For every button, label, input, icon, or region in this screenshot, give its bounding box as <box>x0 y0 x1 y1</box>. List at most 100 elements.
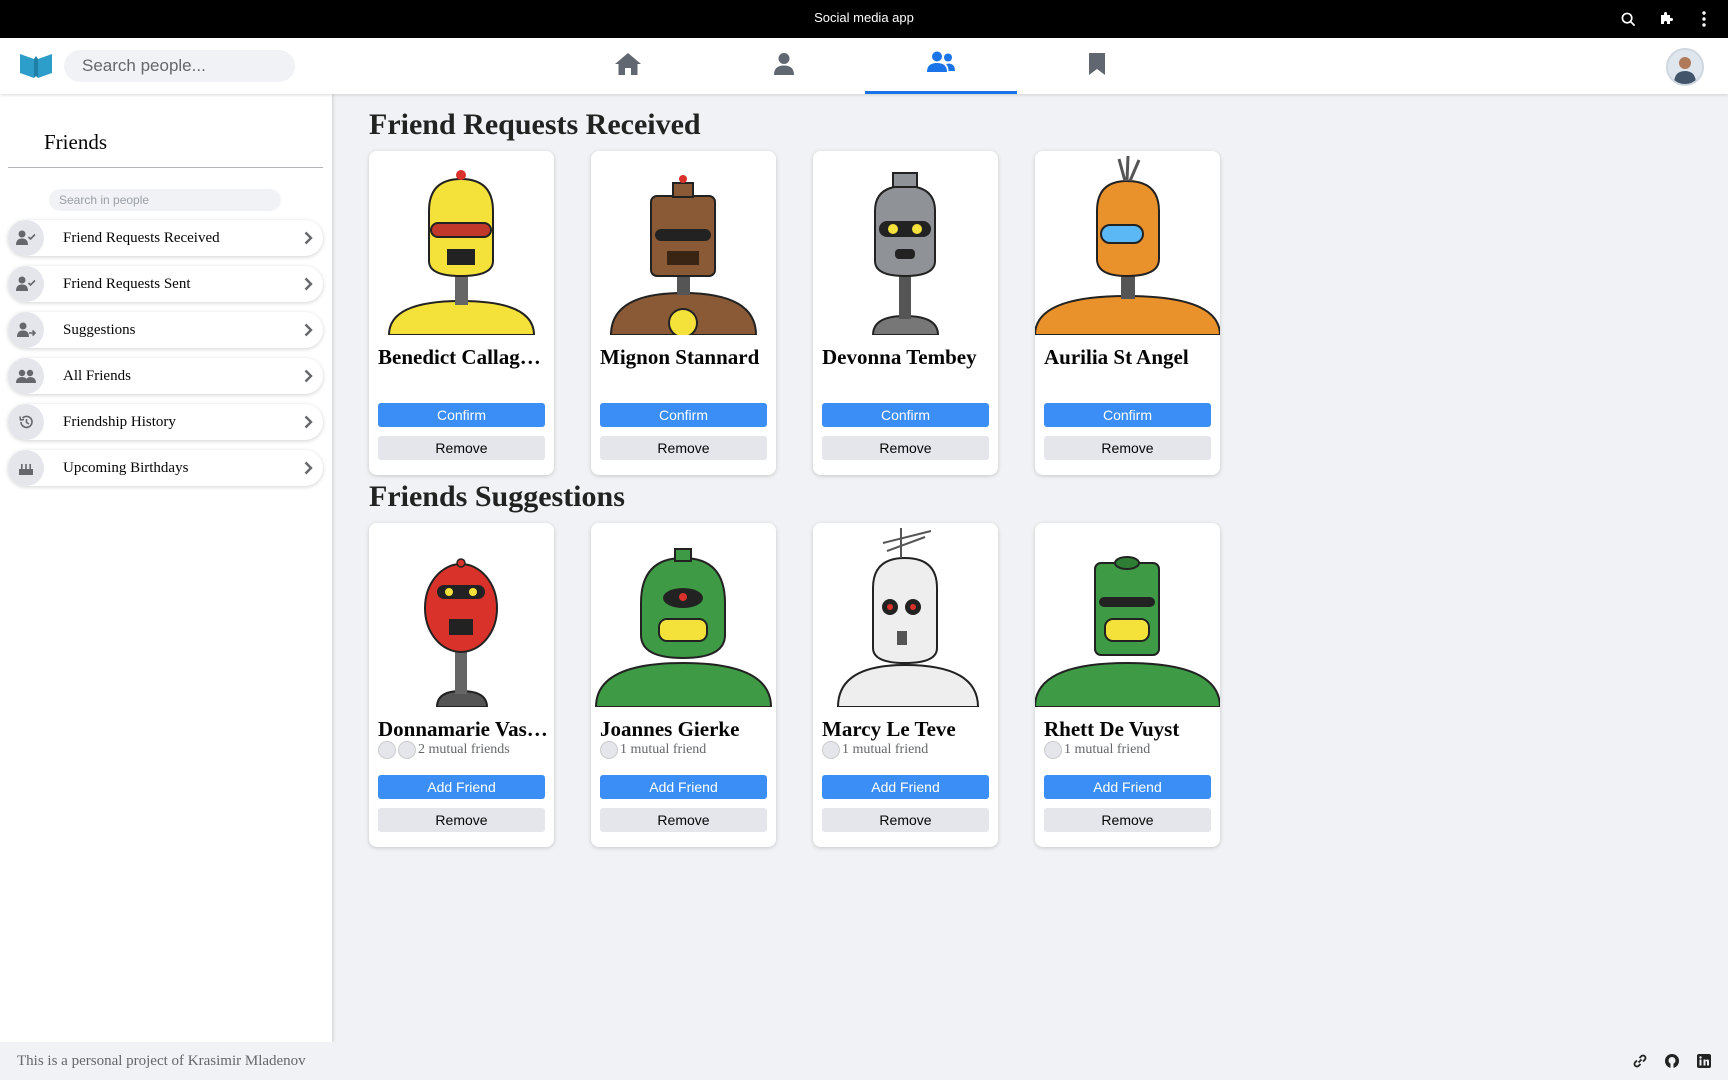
suggestion-card: Donnamarie Vasilchenko 2 mutual friends … <box>369 523 554 847</box>
robot-avatar <box>591 151 776 338</box>
friend-name: Donnamarie Vasilchenko <box>378 717 548 741</box>
sidebar-item-friend-requests-received[interactable]: Friend Requests Received <box>8 220 323 256</box>
remove-button[interactable]: Remove <box>822 808 989 832</box>
suggestion-card: Joannes Gierke 1 mutual friend Add Frien… <box>591 523 776 847</box>
friend-request-card: Mignon Stannard Confirm Remove <box>591 151 776 475</box>
window-title: Social media app <box>814 10 914 25</box>
mutual-friends-count: 2 mutual friends <box>418 742 510 757</box>
confirm-button[interactable]: Confirm <box>600 403 767 427</box>
robot-avatar <box>1035 523 1220 708</box>
sidebar-title: Friends <box>44 130 107 154</box>
remove-button[interactable]: Remove <box>1044 808 1211 832</box>
linkedin-icon[interactable] <box>1696 1053 1712 1074</box>
users-icon <box>926 51 956 78</box>
chevron-right-icon <box>293 231 323 245</box>
mutual-friends: 1 mutual friend <box>1044 741 1150 759</box>
remove-button[interactable]: Remove <box>822 436 989 460</box>
sidebar-item-all-friends[interactable]: All Friends <box>8 358 323 394</box>
sidebar-divider <box>8 167 323 168</box>
bookmark-icon <box>1088 52 1106 81</box>
remove-button[interactable]: Remove <box>1044 436 1211 460</box>
suggestion-card: Rhett De Vuyst 1 mutual friend Add Frien… <box>1035 523 1220 847</box>
sidebar-item-label: Friendship History <box>63 413 176 430</box>
current-user-avatar[interactable] <box>1666 48 1704 86</box>
search-in-people-input[interactable] <box>49 189 281 211</box>
sidebar-item-friendship-history[interactable]: Friendship History <box>8 404 323 440</box>
mutual-friends: 1 mutual friend <box>822 741 928 759</box>
sidebar-item-label: Suggestions <box>63 321 136 338</box>
remove-button[interactable]: Remove <box>378 808 545 832</box>
chevron-right-icon <box>293 323 323 337</box>
user-plus-icon <box>8 312 44 348</box>
mutual-friend-avatar <box>600 741 618 759</box>
mutual-friends-count: 1 mutual friend <box>1064 742 1151 757</box>
tab-home[interactable] <box>552 38 704 94</box>
page-footer: This is a personal project of Krasimir M… <box>0 1042 1728 1080</box>
users-icon <box>8 358 44 394</box>
sidebar-item-label: Friend Requests Received <box>63 229 220 246</box>
footer-text: This is a personal project of Krasimir M… <box>17 1053 306 1069</box>
chevron-right-icon <box>293 461 323 475</box>
mutual-friends: 2 mutual friends <box>378 741 510 759</box>
sidebar-item-friend-requests-sent[interactable]: Friend Requests Sent <box>8 266 323 302</box>
add-friend-button[interactable]: Add Friend <box>378 775 545 799</box>
robot-avatar <box>369 151 554 336</box>
user-check-icon <box>8 266 44 302</box>
sidebar-item-label: Friend Requests Sent <box>63 275 191 292</box>
friend-name: Aurilia St Angel <box>1044 345 1189 369</box>
sidebar-item-suggestions[interactable]: Suggestions <box>8 312 323 348</box>
mutual-friend-avatar <box>378 741 396 759</box>
suggestion-card: Marcy Le Teve 1 mutual friend Add Friend… <box>813 523 998 847</box>
friends-suggestions-heading: Friends Suggestions <box>369 480 625 513</box>
friend-requests-heading: Friend Requests Received <box>369 108 701 141</box>
history-icon <box>8 404 44 440</box>
mutual-friend-avatar <box>1044 741 1062 759</box>
mutual-friend-avatar <box>398 741 416 759</box>
mutual-friends-count: 1 mutual friend <box>842 742 929 757</box>
add-friend-button[interactable]: Add Friend <box>600 775 767 799</box>
add-friend-button[interactable]: Add Friend <box>1044 775 1211 799</box>
link-icon[interactable] <box>1632 1053 1648 1074</box>
sidebar-item-label: Upcoming Birthdays <box>63 459 189 476</box>
friend-name: Joannes Gierke <box>600 717 740 741</box>
confirm-button[interactable]: Confirm <box>1044 403 1211 427</box>
chevron-right-icon <box>293 277 323 291</box>
friend-name: Rhett De Vuyst <box>1044 717 1180 741</box>
mutual-friend-avatar <box>822 741 840 759</box>
friend-name: Marcy Le Teve <box>822 717 956 741</box>
sidebar-item-label: All Friends <box>63 367 131 384</box>
home-icon <box>614 51 642 82</box>
window-titlebar: Social media app <box>0 0 1728 38</box>
search-people-input[interactable] <box>64 50 295 82</box>
friends-sidebar: Friends Friend Requests Received Friend … <box>0 94 332 1042</box>
tab-friends[interactable] <box>865 38 1017 94</box>
friend-name: Benedict Callaghan <box>378 345 548 369</box>
tab-saved[interactable] <box>1021 38 1173 94</box>
chevron-right-icon <box>293 369 323 383</box>
remove-button[interactable]: Remove <box>378 436 545 460</box>
mutual-friends-count: 1 mutual friend <box>620 742 707 757</box>
add-friend-button[interactable]: Add Friend <box>822 775 989 799</box>
friend-name: Devonna Tembey <box>822 345 977 369</box>
chevron-right-icon <box>293 415 323 429</box>
friend-request-card: Aurilia St Angel Confirm Remove <box>1035 151 1220 475</box>
user-icon <box>773 52 795 81</box>
confirm-button[interactable]: Confirm <box>822 403 989 427</box>
cake-icon <box>8 450 44 486</box>
more-menu-icon[interactable] <box>1694 9 1714 29</box>
confirm-button[interactable]: Confirm <box>378 403 545 427</box>
friend-request-card: Devonna Tembey Confirm Remove <box>813 151 998 475</box>
github-icon[interactable] <box>1664 1053 1680 1074</box>
sidebar-item-upcoming-birthdays[interactable]: Upcoming Birthdays <box>8 450 323 486</box>
extensions-icon[interactable] <box>1656 9 1676 29</box>
friend-name: Mignon Stannard <box>600 345 760 369</box>
robot-avatar <box>1035 151 1220 336</box>
tab-profile[interactable] <box>708 38 860 94</box>
robot-avatar <box>813 523 998 708</box>
robot-avatar <box>369 523 554 708</box>
robot-avatar <box>813 151 998 336</box>
zoom-icon[interactable] <box>1618 9 1638 29</box>
remove-button[interactable]: Remove <box>600 436 767 460</box>
app-logo-icon[interactable] <box>18 50 54 80</box>
remove-button[interactable]: Remove <box>600 808 767 832</box>
